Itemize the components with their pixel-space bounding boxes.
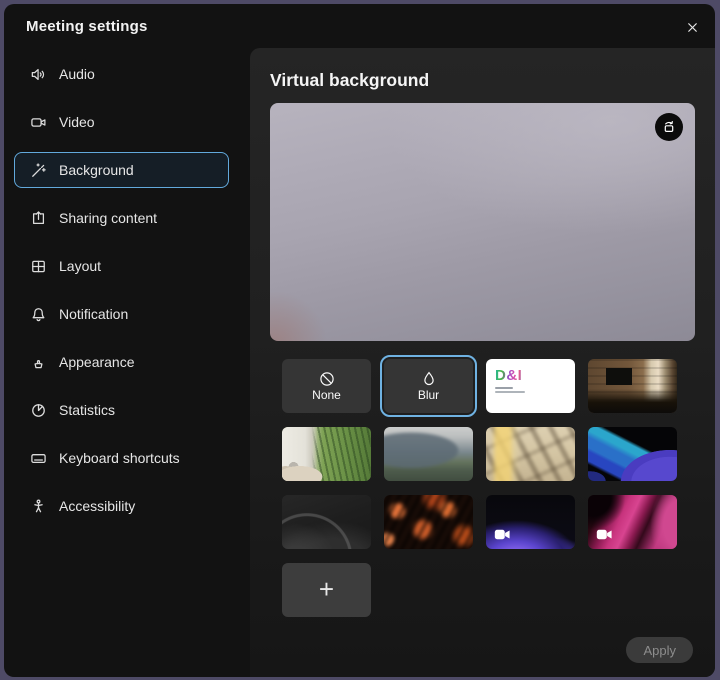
sidebar-item-label: Notification: [59, 306, 128, 322]
plus-icon: +: [319, 576, 334, 602]
paintbrush-icon: [29, 353, 47, 371]
pie-chart-icon: [29, 401, 47, 419]
bg-tile-purple-video[interactable]: [486, 495, 575, 549]
sidebar-item-statistics[interactable]: Statistics: [14, 392, 229, 428]
sidebar-item-label: Background: [59, 162, 134, 178]
flip-camera-icon: [661, 119, 677, 135]
living-room-thumbnail: [282, 427, 371, 481]
sidebar-item-notification[interactable]: Notification: [14, 296, 229, 332]
sidebar-item-sharing-content[interactable]: Sharing content: [14, 200, 229, 236]
sidebar-item-video[interactable]: Video: [14, 104, 229, 140]
title-bar: Meeting settings: [4, 4, 715, 50]
sidebar-item-label: Audio: [59, 66, 95, 82]
sidebar-item-label: Sharing content: [59, 210, 157, 226]
sidebar-item-label: Statistics: [59, 402, 115, 418]
virtual-background-panel: Virtual background None Blur: [250, 48, 715, 677]
magic-wand-icon: [29, 161, 47, 179]
sidebar-item-appearance[interactable]: Appearance: [14, 344, 229, 380]
blurred-mountains-thumbnail: [384, 427, 473, 481]
background-grid: None Blur D&I: [282, 359, 695, 617]
sidebar-item-label: Keyboard shortcuts: [59, 450, 180, 466]
share-icon: [29, 209, 47, 227]
bg-tile-none[interactable]: None: [282, 359, 371, 413]
bg-tile-living-room[interactable]: [282, 427, 371, 481]
bg-tile-mountains[interactable]: [384, 427, 473, 481]
bell-icon: [29, 305, 47, 323]
lava-texture-thumbnail: [384, 495, 473, 549]
camera-preview: [270, 103, 695, 341]
video-camera-icon: [596, 528, 613, 541]
sidebar-item-label: Layout: [59, 258, 101, 274]
close-button[interactable]: [681, 16, 703, 38]
prohibited-icon: [318, 370, 336, 388]
logo-tagline-line: [495, 391, 525, 393]
sidebar-item-label: Video: [59, 114, 95, 130]
bg-tile-d-and-i[interactable]: D&I: [486, 359, 575, 413]
bg-tile-office[interactable]: [588, 359, 677, 413]
video-camera-icon: [494, 528, 511, 541]
settings-sidebar: Audio Video Background Sharing content L: [4, 50, 250, 677]
sidebar-item-audio[interactable]: Audio: [14, 56, 229, 92]
tile-label: None: [312, 389, 341, 402]
bg-tile-pink-video[interactable]: [588, 495, 677, 549]
bg-tile-blur[interactable]: Blur: [384, 359, 473, 413]
meeting-settings-dialog: Meeting settings Audio Video Background: [4, 4, 715, 677]
accessibility-icon: [29, 497, 47, 515]
droplet-icon: [420, 370, 438, 388]
bg-tile-dark-swirl[interactable]: [282, 495, 371, 549]
logo-tagline-line: [495, 387, 513, 389]
keyboard-icon: [29, 449, 47, 467]
bg-tile-lava[interactable]: [384, 495, 473, 549]
close-icon: [685, 20, 700, 35]
sidebar-item-keyboard-shortcuts[interactable]: Keyboard shortcuts: [14, 440, 229, 476]
d-and-i-logo: D&I: [495, 368, 525, 393]
panel-title: Virtual background: [270, 70, 695, 91]
bg-tile-window-light[interactable]: [486, 427, 575, 481]
office-room-thumbnail: [588, 359, 677, 413]
blue-abstract-thumbnail: [588, 427, 677, 481]
flip-camera-button[interactable]: [655, 113, 683, 141]
sidebar-item-accessibility[interactable]: Accessibility: [14, 488, 229, 524]
sidebar-item-layout[interactable]: Layout: [14, 248, 229, 284]
sidebar-item-background[interactable]: Background: [14, 152, 229, 188]
bg-tile-blue-abstract[interactable]: [588, 427, 677, 481]
add-background-button[interactable]: +: [282, 563, 371, 617]
speaker-icon: [29, 65, 47, 83]
video-camera-icon: [29, 113, 47, 131]
grid-layout-icon: [29, 257, 47, 275]
sidebar-item-label: Appearance: [59, 354, 135, 370]
tile-label: Blur: [418, 389, 439, 402]
dark-swirl-thumbnail: [282, 495, 371, 549]
apply-button[interactable]: Apply: [626, 637, 693, 663]
window-light-thumbnail: [486, 427, 575, 481]
dialog-title: Meeting settings: [26, 18, 148, 35]
sidebar-item-label: Accessibility: [59, 498, 135, 514]
